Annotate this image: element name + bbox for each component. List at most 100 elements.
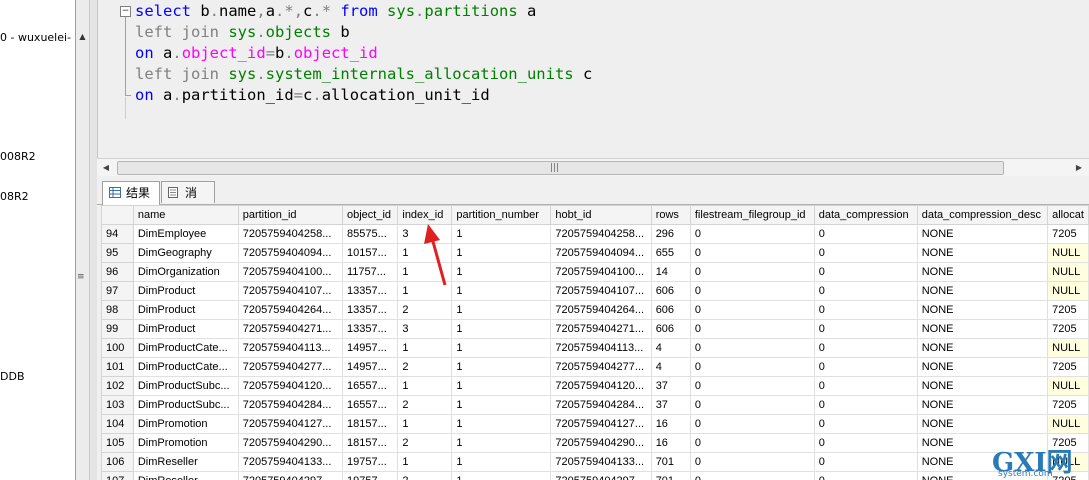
table-cell[interactable]: 13357... xyxy=(341,281,399,301)
table-cell[interactable]: NONE xyxy=(916,300,1049,320)
table-cell[interactable]: 0 xyxy=(813,243,918,263)
table-cell[interactable]: NONE xyxy=(916,243,1049,263)
column-header[interactable]: data_compression_desc xyxy=(916,205,1049,225)
scroll-right-arrow-icon[interactable]: ▶ xyxy=(1073,161,1085,174)
row-number-cell[interactable]: 104 xyxy=(101,414,134,434)
column-header[interactable]: partition_id xyxy=(237,205,344,225)
table-cell[interactable]: 7205759404264... xyxy=(237,300,344,320)
table-cell[interactable]: 0 xyxy=(689,452,815,472)
table-row[interactable]: 100 DimProductCate... 7205759404113... 1495… xyxy=(101,338,1089,358)
table-cell[interactable]: NULL xyxy=(1047,243,1089,263)
table-cell[interactable]: 606 xyxy=(650,300,691,320)
table-cell[interactable]: 7205759404107... xyxy=(237,281,344,301)
code-line[interactable]: select b.name,a.*,c.* from sys.partition… xyxy=(135,1,592,22)
table-cell[interactable]: 1 xyxy=(451,357,552,377)
table-cell[interactable]: 11757... xyxy=(341,262,399,282)
table-cell[interactable]: DimReseller xyxy=(132,452,239,472)
table-cell[interactable]: 1 xyxy=(397,452,453,472)
table-row[interactable]: 101 DimProductCate... 7205759404277... 1495… xyxy=(101,357,1089,377)
table-cell[interactable]: 1 xyxy=(451,471,552,480)
row-number-cell[interactable]: 102 xyxy=(101,376,134,396)
table-cell[interactable]: 16557... xyxy=(341,395,399,415)
table-cell[interactable]: 7205759404100... xyxy=(237,262,344,282)
table-cell[interactable]: DimProductCate... xyxy=(132,338,239,358)
table-cell[interactable]: 7205759404133... xyxy=(550,452,652,472)
collapse-icon[interactable]: − xyxy=(120,6,131,17)
table-cell[interactable]: 2 xyxy=(397,300,453,320)
table-cell[interactable]: 7205759404277... xyxy=(550,357,652,377)
table-cell[interactable]: 4 xyxy=(650,338,691,358)
table-cell[interactable]: 1 xyxy=(451,452,552,472)
vertical-scrollbar[interactable] xyxy=(76,0,90,480)
tree-node-instance-1[interactable]: 008R2 xyxy=(0,150,36,163)
row-number-cell[interactable]: 95 xyxy=(101,243,134,263)
table-cell[interactable]: 1 xyxy=(397,376,453,396)
table-cell[interactable]: 0 xyxy=(689,414,815,434)
code-line[interactable]: left join sys.objects b xyxy=(135,22,592,43)
table-cell[interactable]: 0 xyxy=(689,262,815,282)
table-cell[interactable]: NULL xyxy=(1047,281,1089,301)
table-cell[interactable]: 7205759404284... xyxy=(237,395,344,415)
table-cell[interactable]: 0 xyxy=(813,395,918,415)
row-number-header[interactable] xyxy=(101,205,134,225)
table-cell[interactable]: 19757... xyxy=(341,452,399,472)
table-cell[interactable]: 1 xyxy=(451,300,552,320)
table-cell[interactable]: 0 xyxy=(813,414,918,434)
table-row[interactable]: 106 DimReseller 7205759404133... 19757... 1 1… xyxy=(101,452,1089,472)
table-cell[interactable]: 0 xyxy=(689,395,815,415)
table-cell[interactable]: 2 xyxy=(397,471,453,480)
table-cell[interactable]: 0 xyxy=(813,357,918,377)
table-cell[interactable]: NONE xyxy=(916,338,1049,358)
table-cell[interactable]: 1 xyxy=(397,281,453,301)
table-cell[interactable]: 19757... xyxy=(341,471,399,480)
column-header[interactable]: rows xyxy=(650,205,691,225)
table-cell[interactable]: 7205759404113... xyxy=(237,338,344,358)
table-cell[interactable]: 1 xyxy=(451,262,552,282)
sql-code[interactable]: select b.name,a.*,c.* from sys.partition… xyxy=(135,1,592,106)
table-cell[interactable]: 37 xyxy=(650,376,691,396)
table-cell[interactable]: 7205759404133... xyxy=(237,452,344,472)
tree-node-instance-2[interactable]: 08R2 xyxy=(0,190,29,203)
table-cell[interactable]: 7205759404258... xyxy=(550,224,652,244)
scrollbar-thumb[interactable]: ||| xyxy=(117,161,1004,175)
row-number-cell[interactable]: 96 xyxy=(101,262,134,282)
table-cell[interactable]: 7205 xyxy=(1047,319,1089,339)
table-row[interactable]: 96 DimOrganization 7205759404100... 11757..… xyxy=(101,262,1089,282)
table-cell[interactable]: 7205759404127... xyxy=(550,414,652,434)
table-cell[interactable]: DimGeography xyxy=(132,243,239,263)
table-cell[interactable]: 1 xyxy=(397,243,453,263)
table-cell[interactable]: 85575... xyxy=(341,224,399,244)
table-cell[interactable]: 0 xyxy=(813,376,918,396)
table-cell[interactable]: 606 xyxy=(650,281,691,301)
code-line[interactable]: left join sys.system_internals_allocatio… xyxy=(135,64,592,85)
tab-messages[interactable]: 消息 xyxy=(161,181,215,222)
table-cell[interactable]: 0 xyxy=(813,281,918,301)
table-cell[interactable]: 14957... xyxy=(341,338,399,358)
table-cell[interactable]: 7205759404258... xyxy=(237,224,344,244)
table-cell[interactable]: 7205 xyxy=(1047,300,1089,320)
table-cell[interactable]: 7205759404100... xyxy=(550,262,652,282)
table-cell[interactable]: 0 xyxy=(813,452,918,472)
table-cell[interactable]: 7205 xyxy=(1047,395,1089,415)
table-cell[interactable]: 606 xyxy=(650,319,691,339)
table-cell[interactable]: 701 xyxy=(650,471,691,480)
table-cell[interactable]: 13357... xyxy=(341,300,399,320)
table-cell[interactable]: 7205759404271... xyxy=(550,319,652,339)
table-cell[interactable]: 2 xyxy=(397,433,453,453)
table-cell[interactable]: 0 xyxy=(689,300,815,320)
table-cell[interactable]: 1 xyxy=(451,414,552,434)
table-cell[interactable]: 1 xyxy=(451,243,552,263)
table-cell[interactable]: 7205 xyxy=(1047,357,1089,377)
table-cell[interactable]: 1 xyxy=(397,262,453,282)
table-cell[interactable]: 0 xyxy=(813,319,918,339)
table-cell[interactable]: 0 xyxy=(689,338,815,358)
table-cell[interactable]: NONE xyxy=(916,319,1049,339)
table-cell[interactable]: 16 xyxy=(650,433,691,453)
column-header[interactable]: data_compression xyxy=(813,205,918,225)
table-cell[interactable]: 18157... xyxy=(341,414,399,434)
table-cell[interactable]: 1 xyxy=(451,433,552,453)
table-cell[interactable]: DimPromotion xyxy=(132,414,239,434)
table-cell[interactable]: 7205759404127... xyxy=(237,414,344,434)
table-row[interactable]: 107DimReseller7205759404297...19757...21… xyxy=(101,471,1089,480)
table-cell[interactable]: NONE xyxy=(916,414,1049,434)
